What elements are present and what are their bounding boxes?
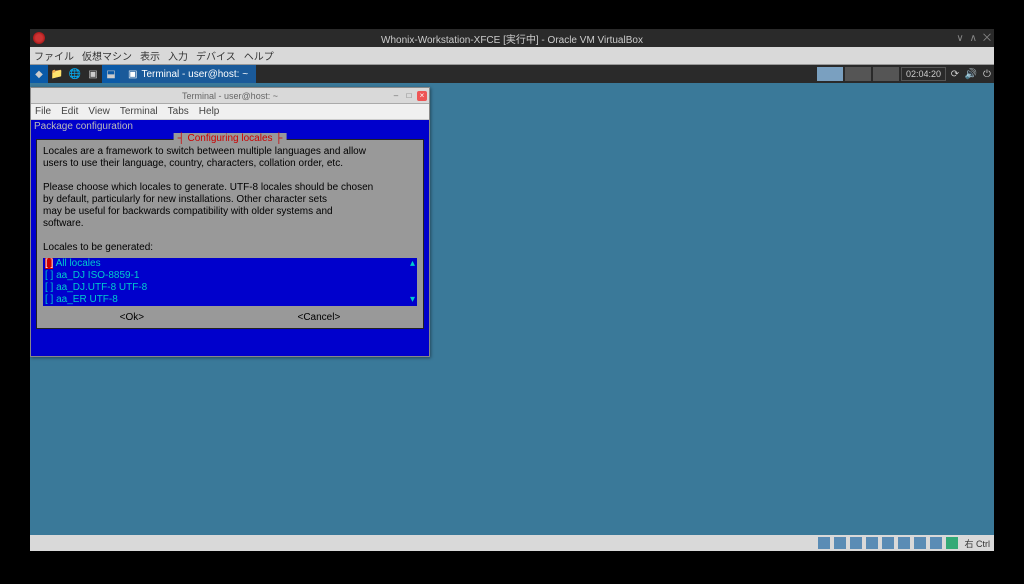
vbox-menu-help[interactable]: ヘルプ <box>244 48 274 63</box>
guest-taskbar: ◆ 📁 🌐 ▣ ⬓ ▣ Terminal - user@host: ~ 02:0… <box>30 65 994 83</box>
vbox-host-key-label: 右 Ctrl <box>961 537 991 550</box>
show-desktop-icon[interactable]: ⬓ <box>102 65 120 83</box>
locale-checklist[interactable]: [ ] All locales [ ] aa_DJ ISO-8859-1 [ ]… <box>43 258 417 306</box>
vbox-recording-icon[interactable] <box>930 537 942 549</box>
terminal-title: Terminal - user@host: ~ <box>182 91 278 101</box>
vbox-window-title: Whonix-Workstation-XFCE [実行中] - Oracle V… <box>381 31 643 46</box>
vbox-close-icon[interactable]: ⨉ <box>983 33 991 44</box>
vbox-shared-folder-icon[interactable] <box>898 537 910 549</box>
cancel-button[interactable]: <Cancel> <box>296 312 343 324</box>
vbox-usb-icon[interactable] <box>882 537 894 549</box>
vbox-guest-additions-icon[interactable] <box>946 537 958 549</box>
dialog-title: ┤ Configuring locales ├ <box>174 133 287 145</box>
taskbar-app-terminal[interactable]: ▣ Terminal - user@host: ~ <box>120 65 256 83</box>
volume-icon[interactable]: 🔊 <box>964 67 978 81</box>
term-menu-view[interactable]: View <box>88 106 110 117</box>
list-item[interactable]: [ ] aa_ER UTF-8 <box>43 294 417 306</box>
vbox-menu-device[interactable]: デバイス <box>196 48 236 63</box>
taskbar-clock[interactable]: 02:04:20 <box>901 67 946 81</box>
ok-button[interactable]: <Ok> <box>118 312 146 324</box>
vbox-menu-file[interactable]: ファイル <box>34 48 74 63</box>
list-item: [ ] All locales <box>43 258 417 270</box>
terminal-window: Terminal - user@host: ~ – □ × File Edit … <box>30 87 430 357</box>
vbox-menu-view[interactable]: 表示 <box>140 48 160 63</box>
terminal-close-icon[interactable]: × <box>417 91 427 101</box>
vbox-menu-vm[interactable]: 仮想マシン <box>82 48 132 63</box>
terminal-maximize-icon[interactable]: □ <box>404 91 414 101</box>
vbox-menu-input[interactable]: 入力 <box>168 48 188 63</box>
vbox-disk-icon[interactable] <box>818 537 830 549</box>
debconf-dialog: ┤ Configuring locales ├ Locales are a fr… <box>36 139 424 329</box>
scroll-indicator-icon: ▴▾ <box>410 258 416 306</box>
power-icon[interactable]: ⏻ <box>980 67 994 81</box>
vbox-minimize-icon[interactable]: ∨ <box>956 33 963 44</box>
virtualbox-app-icon <box>33 32 45 44</box>
vbox-network-icon[interactable] <box>866 537 878 549</box>
workspace-indicator-3[interactable] <box>873 67 899 81</box>
taskbar-app-label: Terminal - user@host: ~ <box>141 69 248 80</box>
update-indicator-icon[interactable]: ⟳ <box>948 67 962 81</box>
vbox-display-icon[interactable] <box>914 537 926 549</box>
terminal-minimize-icon[interactable]: – <box>391 91 401 101</box>
term-menu-tabs[interactable]: Tabs <box>168 106 189 117</box>
term-menu-edit[interactable]: Edit <box>61 106 78 117</box>
term-menu-file[interactable]: File <box>35 106 51 117</box>
dialog-description: Locales are a framework to switch betwee… <box>43 144 417 254</box>
workspace-indicator-2[interactable] <box>845 67 871 81</box>
list-item[interactable]: [ ] aa_DJ ISO-8859-1 <box>43 270 417 282</box>
term-menu-help[interactable]: Help <box>199 106 220 117</box>
workspace-indicator-1[interactable] <box>817 67 843 81</box>
vbox-audio-icon[interactable] <box>850 537 862 549</box>
file-manager-icon[interactable]: 📁 <box>48 65 66 83</box>
term-menu-terminal[interactable]: Terminal <box>120 106 158 117</box>
browser-icon[interactable]: 🌐 <box>66 65 84 83</box>
vbox-optical-icon[interactable] <box>834 537 846 549</box>
package-config-header: Package configuration <box>32 121 428 133</box>
list-item[interactable]: [ ] aa_DJ.UTF-8 UTF-8 <box>43 282 417 294</box>
terminal-task-icon: ▣ <box>128 69 137 80</box>
terminal-launcher-icon[interactable]: ▣ <box>84 65 102 83</box>
start-menu-icon[interactable]: ◆ <box>30 65 48 83</box>
vbox-maximize-icon[interactable]: ∧ <box>970 33 977 44</box>
terminal-titlebar[interactable]: Terminal - user@host: ~ – □ × <box>31 88 429 104</box>
terminal-menubar: File Edit View Terminal Tabs Help <box>31 104 429 120</box>
terminal-content[interactable]: Package configuration ┤ Configuring loca… <box>31 120 429 356</box>
